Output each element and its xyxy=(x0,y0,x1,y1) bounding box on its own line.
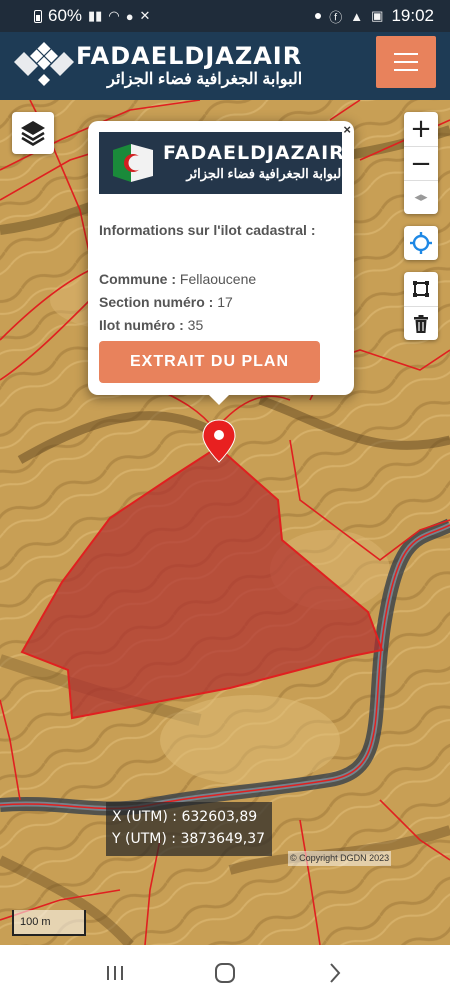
facebook-icon: ⓕ xyxy=(329,9,343,25)
popup-title: Informations sur l'ilot cadastral : xyxy=(99,222,316,238)
utm-y-value: 3873649,37 xyxy=(180,831,266,847)
back-button[interactable] xyxy=(315,953,355,993)
popup-banner: FADAELDJAZAIR البوابة الجغرافية فضاء الج… xyxy=(99,132,345,194)
clock: 19:02 xyxy=(391,6,434,25)
utm-y-label: Y (UTM) : xyxy=(112,831,176,847)
polygon-icon xyxy=(413,281,429,297)
home-button[interactable] xyxy=(205,953,245,993)
brand: FADAELDJAZAIR البوابة الجغرافية فضاء الج… xyxy=(76,44,302,88)
image-icon: ▣ xyxy=(371,8,384,23)
app-icon: ▲ xyxy=(350,8,364,24)
map-attribution: © Copyright DGDN 2023 xyxy=(288,851,392,866)
signal-icon: ▮▮ xyxy=(88,8,103,23)
battery-percent: 60% xyxy=(48,6,83,25)
system-nav-bar xyxy=(0,945,450,1000)
pan-arrows-icon[interactable]: ◂▸ xyxy=(404,180,438,214)
popup-brand-name: FADAELDJAZAIR xyxy=(163,142,345,164)
trash-icon xyxy=(414,314,428,333)
ilot-row: Ilot numéro : 35 xyxy=(99,314,343,337)
home-icon xyxy=(215,962,235,983)
algeria-flag-logo-icon xyxy=(109,142,157,184)
status-bar: 60% ▮▮ ◠ ● ✕ ⓕ ▲ ▣ 19:02 xyxy=(0,0,450,32)
parcel-info-popup: × FADAELDJAZAIR البوابة الجغرافية فضاء ا… xyxy=(88,121,354,405)
scale-bar: 100 m xyxy=(12,910,86,936)
section-label: Section numéro : xyxy=(99,294,214,310)
locate-button[interactable] xyxy=(404,226,438,260)
utm-x-value: 632603,89 xyxy=(181,809,258,825)
section-value: 17 xyxy=(217,294,233,310)
delete-button[interactable] xyxy=(404,306,438,340)
section-row: Section numéro : 17 xyxy=(99,291,343,314)
ilot-label: Ilot numéro : xyxy=(99,317,184,333)
app-header: FADAELDJAZAIR البوابة الجغرافية فضاء الج… xyxy=(0,32,450,100)
recents-button[interactable] xyxy=(95,953,135,993)
notification-dot-icon xyxy=(315,13,322,19)
recents-icon xyxy=(107,965,123,980)
zoom-controls: + − ◂▸ xyxy=(404,112,438,214)
logo-icon xyxy=(14,38,74,94)
zoom-in-button[interactable]: + xyxy=(404,112,438,146)
close-icon[interactable]: × xyxy=(343,122,351,137)
ilot-value: 35 xyxy=(187,317,204,333)
wifi-icon: ◠ xyxy=(108,8,120,23)
extract-plan-button[interactable]: EXTRAIT DU PLAN xyxy=(99,341,320,383)
popup-brand-subtitle: البوابة الجغرافية فضاء الجزائر xyxy=(186,166,345,181)
brand-name: FADAELDJAZAIR xyxy=(76,42,303,70)
draw-controls xyxy=(404,272,438,340)
utm-coordinates: X (UTM) : 632603,89 Y (UTM) : 3873649,37 xyxy=(106,802,272,856)
utm-x-row: X (UTM) : 632603,89 xyxy=(112,806,266,828)
crosshair-icon xyxy=(410,232,432,254)
zoom-out-button[interactable]: − xyxy=(404,146,438,180)
location-icon: ● xyxy=(125,8,134,24)
battery-icon xyxy=(34,9,42,23)
mute-icon: ✕ xyxy=(139,8,151,23)
commune-label: Commune : xyxy=(99,271,176,287)
commune-row: Commune : Fellaoucene xyxy=(99,268,343,291)
draw-polygon-button[interactable] xyxy=(404,272,438,306)
commune-value: Fellaoucene xyxy=(179,271,257,287)
brand-subtitle: البوابة الجغرافية فضاء الجزائر xyxy=(107,71,303,88)
utm-y-row: Y (UTM) : 3873649,37 xyxy=(112,828,266,850)
chevron-right-icon xyxy=(330,962,341,983)
parcel-details: Commune : Fellaoucene Section numéro : 1… xyxy=(99,268,343,337)
layers-icon xyxy=(21,121,45,146)
utm-x-label: X (UTM) : xyxy=(112,809,178,825)
map-view[interactable]: + − ◂▸ × FADAELDJAZAIR البوابة الجغرافية… xyxy=(0,100,450,945)
layers-button[interactable] xyxy=(12,112,54,154)
hamburger-menu-button[interactable] xyxy=(376,36,436,88)
